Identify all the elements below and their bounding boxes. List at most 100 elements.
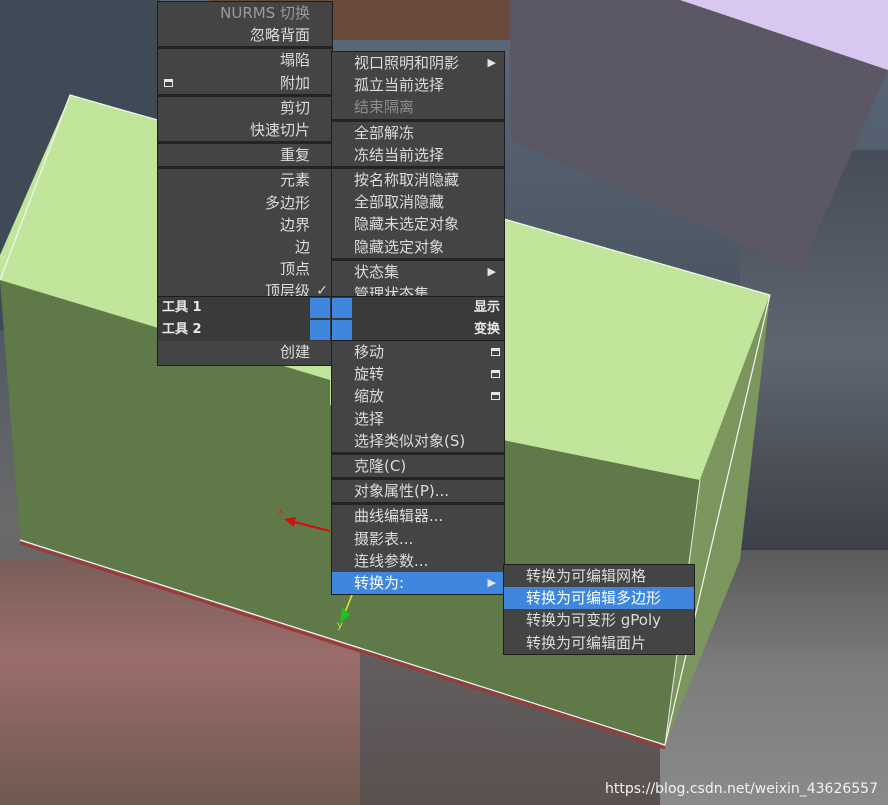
menu-item-label: 隐藏选定对象 xyxy=(354,237,445,256)
menu-item-label: 剪切 xyxy=(279,98,310,117)
menu-item-label: 曲线编辑器... xyxy=(354,507,444,526)
menu-item-label: 塌陷 xyxy=(279,51,310,70)
menu-item-12[interactable]: 状态集 ▶ xyxy=(332,261,504,283)
menu-item-label: 全部解冻 xyxy=(354,123,415,142)
menu-item-label: 转换为可编辑面片 xyxy=(526,633,647,652)
menu-item-label: 选择类似对象(S) xyxy=(354,431,466,450)
menu-item-label: 边界 xyxy=(279,215,310,234)
menu-item-9[interactable]: 重复 xyxy=(158,144,332,166)
menu-item-label: 结束隔离 xyxy=(354,98,415,117)
quad-label-tools-1[interactable]: 工具 1 xyxy=(158,297,332,319)
menu-item-label: 旋转 xyxy=(354,365,385,384)
menu-item-label: 克隆(C) xyxy=(354,456,407,475)
menu-item-label: NURMS 切换 xyxy=(220,4,310,22)
settings-box-icon[interactable] xyxy=(164,78,173,87)
menu-item-label: 状态集 xyxy=(354,262,400,281)
menu-item-6[interactable]: 剪切 xyxy=(158,97,332,119)
menu-item-label: 移动 xyxy=(354,343,385,361)
menu-item-1[interactable]: 旋转 xyxy=(332,363,504,385)
menu-item-label: 转换为可变形 gPoly xyxy=(526,611,662,630)
quad-center-top-right[interactable] xyxy=(332,298,352,318)
menu-item-2[interactable]: 结束隔离 xyxy=(332,96,504,118)
menu-item-7[interactable]: 按名称取消隐藏 xyxy=(332,169,504,191)
quad-menu-display: 视口照明和阴影 ▶ 孤立当前选择 结束隔离全部解冻冻结当前选择按名称取消隐藏 全部取消隐… xyxy=(332,52,504,306)
menu-item-0[interactable]: 转换为可编辑网格 xyxy=(504,565,694,587)
settings-box-icon[interactable] xyxy=(491,392,500,401)
menu-item-label: 元素 xyxy=(279,171,310,190)
gizmo-y-label: y xyxy=(337,620,343,631)
menu-item-label: 孤立当前选择 xyxy=(354,76,445,95)
settings-box-icon[interactable] xyxy=(491,370,500,379)
create-label: 创建 xyxy=(279,343,310,361)
transform-label: 变换 xyxy=(473,322,500,337)
menu-item-10[interactable]: 隐藏选定对象 xyxy=(332,236,504,258)
menu-item-label: 转换为: xyxy=(354,573,405,592)
menu-item-12[interactable]: 连线参数... xyxy=(332,550,504,572)
menu-item-label: 重复 xyxy=(279,146,310,165)
menu-item-label: 缩放 xyxy=(354,387,385,406)
menu-item-8[interactable]: 对象属性(P)... xyxy=(332,480,504,502)
menu-item-13[interactable]: 边界 xyxy=(158,214,332,236)
menu-item-label: 选择 xyxy=(354,409,385,428)
quad-label-transform[interactable]: 变换 xyxy=(332,319,504,341)
menu-item-label: 隐藏未选定对象 xyxy=(354,215,460,234)
menu-item-3[interactable]: 塌陷 xyxy=(158,49,332,71)
menu-item-1[interactable]: 孤立当前选择 xyxy=(332,74,504,96)
menu-item-label: 对象属性(P)... xyxy=(354,482,450,501)
quad-menu-tools-lower: 工具 1 工具 2 创建 xyxy=(158,297,332,365)
menu-item-label: 顶点 xyxy=(279,260,310,279)
menu-item-14[interactable]: 边 xyxy=(158,236,332,258)
menu-item-3[interactable]: 选择 xyxy=(332,408,504,430)
quad-center-top-left[interactable] xyxy=(310,298,330,318)
quad-label-display[interactable]: 显示 xyxy=(332,297,504,319)
quad-label-tools-2[interactable]: 工具 2 xyxy=(158,319,332,341)
quad-menu-transform: 移动旋转缩放选择选择类似对象(S) 克隆(C) 对象属性(P)... 曲线编辑器...… xyxy=(332,341,504,595)
gizmo-x-label: x xyxy=(278,506,284,517)
quad-center-bottom-left[interactable] xyxy=(310,320,330,340)
menu-item-8[interactable]: 全部取消隐藏 xyxy=(332,191,504,213)
menu-item-2[interactable]: 转换为可变形 gPoly xyxy=(504,609,694,631)
submenu-arrow-icon: ▶ xyxy=(487,575,496,589)
menu-item-label: 转换为可编辑网格 xyxy=(526,567,647,585)
menu-item-label: 忽略背面 xyxy=(249,26,310,45)
menu-item-label: 快速切片 xyxy=(249,120,310,139)
menu-item-0[interactable]: 视口照明和阴影 ▶ xyxy=(332,52,504,74)
menu-item-12[interactable]: 多边形 xyxy=(158,192,332,214)
display-label: 显示 xyxy=(473,300,500,315)
settings-box-icon[interactable] xyxy=(491,348,500,356)
quad-menu-tools: NURMS 切换 忽略背面 塌陷 附加 剪切 快速切片 重复 元素 多边形 边界边顶点 顶层级 ✓ xyxy=(158,2,332,303)
menu-item-0[interactable]: NURMS 切换 xyxy=(158,2,332,24)
watermark: https://blog.csdn.net/weixin_43626557 xyxy=(604,781,878,797)
menu-item-0[interactable]: 移动 xyxy=(332,341,504,363)
menu-item-create[interactable]: 创建 xyxy=(158,341,332,363)
menu-item-4[interactable]: 全部解冻 xyxy=(332,122,504,144)
menu-item-label: 按名称取消隐藏 xyxy=(354,170,460,189)
menu-item-1[interactable]: 忽略背面 xyxy=(158,24,332,46)
menu-item-6[interactable]: 克隆(C) xyxy=(332,455,504,477)
menu-item-1[interactable]: 转换为可编辑多边形 xyxy=(504,587,694,610)
quad-center-bottom-right[interactable] xyxy=(332,320,352,340)
menu-item-label: 多边形 xyxy=(264,193,310,212)
menu-item-15[interactable]: 顶点 xyxy=(158,258,332,280)
menu-item-2[interactable]: 缩放 xyxy=(332,385,504,407)
menu-item-7[interactable]: 快速切片 xyxy=(158,119,332,141)
menu-item-10[interactable]: 曲线编辑器... xyxy=(332,505,504,527)
tools-1-label: 工具 1 xyxy=(162,300,202,315)
menu-item-4[interactable]: 附加 xyxy=(158,72,332,94)
menu-item-label: 边 xyxy=(294,237,310,256)
menu-item-label: 连线参数... xyxy=(354,551,429,570)
menu-item-5[interactable]: 冻结当前选择 xyxy=(332,144,504,166)
menu-item-11[interactable]: 摄影表... xyxy=(332,528,504,550)
menu-item-13[interactable]: 转换为: ▶ xyxy=(332,571,504,595)
menu-item-label: 附加 xyxy=(279,73,310,92)
tools-2-label: 工具 2 xyxy=(162,322,202,337)
menu-item-label: 摄影表... xyxy=(354,529,414,548)
menu-item-label: 全部取消隐藏 xyxy=(354,193,445,212)
quad-menu-display-lower: 显示 变换 xyxy=(332,297,504,341)
menu-item-11[interactable]: 元素 xyxy=(158,169,332,191)
3d-viewport[interactable]: x y NURMS 切换 忽略背面 塌陷 附加 剪切 快速切片 重复 元素 多边形 边界边顶点 顶层… xyxy=(0,0,888,805)
menu-item-9[interactable]: 隐藏未选定对象 xyxy=(332,213,504,235)
menu-item-3[interactable]: 转换为可编辑面片 xyxy=(504,632,694,654)
menu-item-label: 视口照明和阴影 xyxy=(354,54,460,72)
menu-item-4[interactable]: 选择类似对象(S) xyxy=(332,430,504,452)
